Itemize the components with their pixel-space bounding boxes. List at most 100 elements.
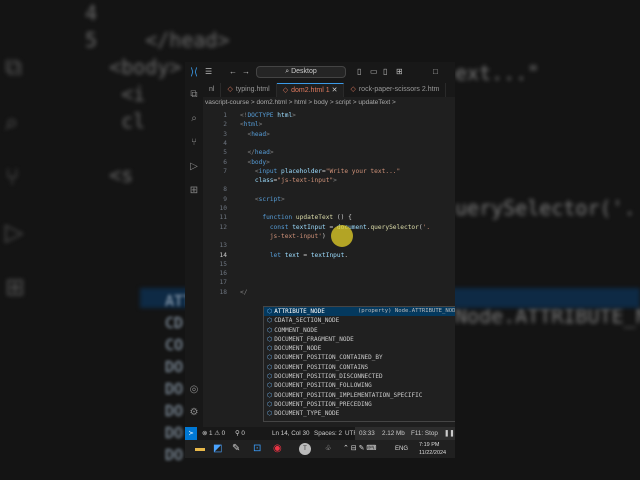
property-icon: ⬡ (267, 308, 273, 315)
suggestion-label: CDATA_SECTION_NODE (274, 317, 340, 325)
ports-status[interactable]: ⚲ 0 (235, 427, 245, 440)
property-icon: ⬡ (267, 317, 273, 325)
cursor-position[interactable]: Ln 14, Col 30 (272, 427, 309, 440)
suggestion-item[interactable]: ⬡ DOCUMENT_POSITION_FOLLOWING (264, 381, 455, 390)
language-indicator[interactable]: ENG (395, 443, 408, 455)
breadcrumb[interactable]: vascript-course > dom2.html > html > bod… (203, 97, 455, 109)
line-number: 10 (219, 205, 227, 212)
vscode-logo-icon: ⟩⟨ (190, 67, 198, 78)
code-line: </ (240, 288, 248, 296)
maximize-icon[interactable]: □ (433, 67, 438, 76)
suggestion-detail: (property) Node.ATTRIBUTE_NODE: 2 (357, 308, 455, 314)
line-number: 1 (223, 112, 227, 119)
toggle-sidebar-icon[interactable]: ▯ (357, 67, 361, 76)
code-line: </head> (247, 149, 274, 157)
menu-icon[interactable]: ☰ (205, 67, 212, 76)
property-icon: ⬡ (267, 326, 273, 334)
html-file-icon: ◇ (350, 86, 356, 93)
back-icon[interactable]: ← (229, 67, 237, 76)
code-line: <html> (240, 121, 263, 129)
code-line: class="js-text-input"> (254, 177, 337, 185)
suggestion-item[interactable]: ⬡ COMMENT_NODE (264, 326, 455, 335)
suggestion-item[interactable]: ⬡ DOCUMENT_FRAGMENT_NODE (264, 335, 455, 344)
code-line: js-text-input') (269, 232, 326, 240)
avatar[interactable]: T (299, 443, 311, 455)
editor-tabs: nl ◇ typing.html ◇ dom2.html 1 ✕ ◇ rock-pap… (203, 83, 455, 97)
line-number: 14 (219, 251, 227, 259)
run-debug-icon[interactable]: ▷ (185, 155, 203, 179)
paint-icon[interactable]: ✎ (232, 443, 240, 455)
toggle-secondary-sidebar-icon[interactable]: ▯ (383, 67, 387, 76)
remote-icon[interactable]: ≻ (185, 427, 197, 440)
line-number: 18 (219, 288, 227, 296)
photos-icon[interactable]: ◩ (213, 443, 222, 455)
suggestion-item[interactable]: ⬡ DOCUMENT_POSITION_CONTAINED_BY (264, 353, 455, 362)
tab-dom2-html[interactable]: ◇ dom2.html 1 ✕ (276, 83, 345, 97)
clock[interactable]: 7:19 PM 11/22/2024 (419, 441, 446, 457)
property-icon: ⬡ (267, 410, 273, 418)
mouse-cursor-highlight (331, 225, 353, 247)
search-icon[interactable]: ⌕ (185, 107, 203, 131)
account-icon[interactable]: ◎ (185, 384, 203, 395)
vscode-window: ⟩⟨ ☰ ← → ⌕ Desktop ▯ ▭ ▯ ⊞ □ ⧉ ⌕ ⑂ ▷ ⊞ ◎… (185, 62, 455, 458)
line-number: 17 (219, 279, 227, 287)
file-explorer-icon[interactable]: ▬ (195, 443, 205, 455)
extensions-icon[interactable]: ⊞ (185, 179, 203, 203)
status-bar: ≻ ⊗ 1 ⚠ 0 ⚲ 0 Ln 14, Col 30 Spaces: 2 UT… (185, 427, 455, 440)
tab-html[interactable]: nl (203, 83, 222, 97)
layout-icon[interactable]: ⊞ (396, 67, 403, 76)
suggestion-item[interactable]: ⬡ DOCUMENT_TYPE_NODE (264, 409, 455, 418)
line-number: 6 (223, 158, 227, 166)
code-line: <script> (254, 195, 285, 203)
suggestion-item[interactable]: ⬡ DOCUMENT_POSITION_DISCONNECTED (264, 372, 455, 381)
property-icon: ⬡ (267, 363, 273, 371)
property-icon: ⬡ (267, 345, 273, 353)
explorer-icon[interactable]: ⧉ (185, 83, 203, 107)
line-number: 3 (223, 130, 227, 138)
problems-status[interactable]: ⊗ 1 ⚠ 0 (202, 427, 225, 440)
settings-gear-icon[interactable]: ⚙ (185, 407, 203, 418)
line-number: 2 (223, 121, 227, 129)
line-number: 15 (219, 260, 227, 268)
suggestion-label: DOCUMENT_POSITION_CONTAINED_BY (274, 354, 383, 362)
suggestion-label: DOCUMENT_POSITION_CONTAINS (274, 363, 369, 371)
suggestion-item[interactable]: ⬡ DOCUMENT_NODE (264, 344, 455, 353)
suggestion-label: DOCUMENT_TYPE_NODE (274, 410, 340, 418)
source-control-icon[interactable]: ⑂ (185, 131, 203, 155)
line-number: 8 (223, 186, 227, 194)
suggestion-item[interactable]: ⬡ CDATA_SECTION_NODE (264, 316, 455, 325)
code-line: let text = textInput. (269, 251, 349, 259)
line-number: 16 (219, 270, 227, 278)
pause-icon[interactable]: ❚❚ (444, 427, 455, 440)
line-number: 7 (223, 167, 227, 175)
property-icon: ⬡ (267, 400, 273, 408)
property-icon: ⬡ (267, 391, 273, 399)
indentation-status[interactable]: Spaces: 2 (314, 427, 342, 440)
close-tab-icon[interactable]: ✕ (332, 87, 338, 94)
suggestion-item[interactable]: ⬡ DOCUMENT_POSITION_CONTAINS (264, 363, 455, 372)
activity-bar: ⧉ ⌕ ⑂ ▷ ⊞ (185, 83, 203, 427)
tab-rock-paper-scissors[interactable]: ◇ rock-paper-scissors 2.htm (344, 83, 447, 97)
forward-icon[interactable]: → (242, 67, 250, 76)
command-center-search[interactable]: ⌕ Desktop (256, 66, 346, 78)
suggestion-item[interactable]: ⬡ DOCUMENT_POSITION_PRECEDING (264, 400, 455, 409)
property-icon: ⬡ (267, 382, 273, 390)
suggestion-item[interactable]: ⬡ DOCUMENT_POSITION_IMPLEMENTATION_SPECIF… (264, 391, 455, 400)
system-tray-icons[interactable]: ⌃ ⊟ ✎ ⌨ (343, 443, 377, 455)
toggle-panel-icon[interactable]: ▭ (370, 67, 378, 76)
code-editor[interactable]: </ 18 17 16 15 let text = textInput. 14 1 3 js-… (203, 109, 455, 427)
code-line: <head> (247, 130, 270, 138)
background-activity-icons: ⧉ ⌕ ⑂ ▷ ⊞ (5, 54, 26, 301)
code-line: function updateText () { (262, 214, 352, 222)
tab-typing-html[interactable]: ◇ typing.html (221, 83, 277, 97)
chrome-icon[interactable]: ◉ (273, 443, 282, 455)
title-bar: ⟩⟨ ☰ ← → ⌕ Desktop ▯ ▭ ▯ ⊞ □ (185, 62, 455, 83)
property-icon: ⬡ (267, 335, 273, 343)
suggestion-item[interactable]: ⬡ ATTRIBUTE_NODE (property) Node.ATTRIBUTE… (264, 307, 455, 317)
people-icon[interactable]: ♧ (325, 443, 331, 455)
recording-size: 2.12 Mb (382, 430, 405, 437)
recording-stop-button[interactable]: F11: Stop (411, 427, 438, 440)
property-icon: ⬡ (267, 354, 273, 362)
suggestion-label: DOCUMENT_POSITION_FOLLOWING (274, 382, 372, 390)
snipping-tool-icon[interactable]: ⊡ (253, 443, 261, 455)
